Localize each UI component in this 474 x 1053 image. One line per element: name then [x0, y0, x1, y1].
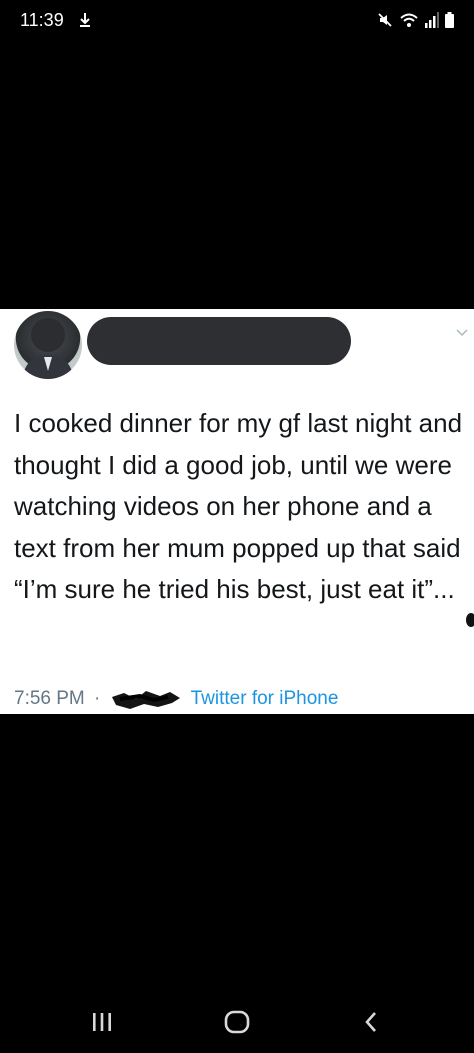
username-redaction: [87, 317, 351, 365]
download-notification-icon: [78, 12, 92, 28]
tweet-text: I cooked dinner for my gf last night and…: [14, 408, 463, 604]
avatar[interactable]: [14, 311, 82, 379]
source-link[interactable]: Twitter for iPhone: [191, 688, 339, 709]
tweet-meta: 7:56 PM · Twitter for iPhone: [14, 687, 338, 711]
signal-icon: [425, 12, 439, 28]
mute-icon: [377, 12, 393, 28]
tweet-card[interactable]: I cooked dinner for my gf last night and…: [0, 309, 474, 714]
navigation-bar: [0, 990, 474, 1053]
home-icon[interactable]: [217, 1002, 257, 1042]
scroll-edge-marker: [466, 613, 474, 627]
status-bar: 11:39: [0, 0, 474, 48]
wifi-icon: [399, 12, 419, 28]
back-icon[interactable]: [351, 1002, 391, 1042]
status-icons: [377, 12, 454, 28]
chevron-down-icon[interactable]: [456, 325, 468, 337]
battery-icon: [445, 12, 454, 28]
recent-apps-icon[interactable]: [82, 1002, 122, 1042]
tweet-time[interactable]: 7:56 PM: [14, 688, 85, 709]
date-redaction: [110, 687, 182, 711]
meta-separator: ·: [94, 688, 101, 710]
status-time: 11:39: [20, 10, 64, 30]
